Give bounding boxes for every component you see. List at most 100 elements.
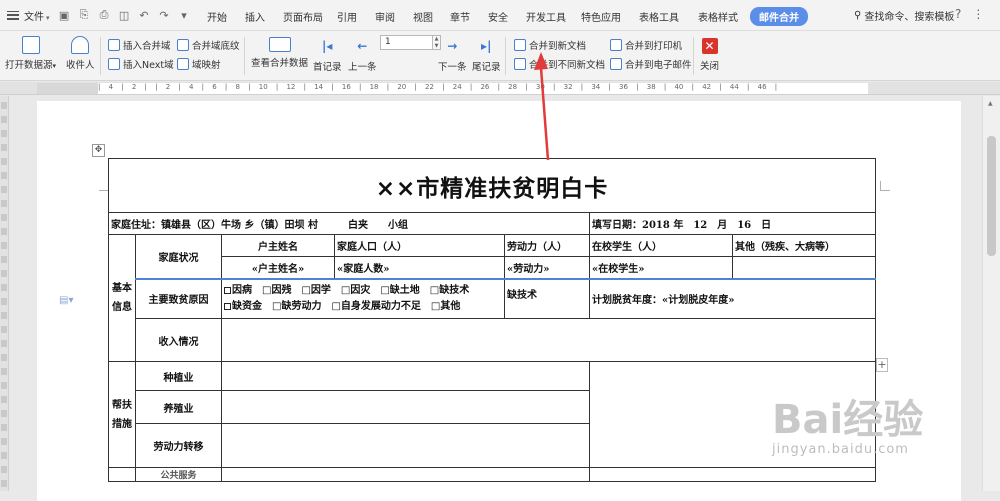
print-icon[interactable]: ⎙ xyxy=(98,8,111,22)
tab-table-style[interactable]: 表格样式 xyxy=(698,9,738,24)
table-cell[interactable] xyxy=(588,467,877,482)
next-record-button[interactable]: → 下一条 xyxy=(438,39,467,73)
horizontal-ruler[interactable]: | 4 | 2 | | 2 | 4 | 6 | 8 | 10 | 12 | 14… xyxy=(0,82,1000,95)
plan-year-cell[interactable]: 计划脱贫年度：«计划脱皮年度» xyxy=(588,277,877,319)
field-mapping-button[interactable]: 域映射 xyxy=(177,57,221,71)
vertical-scrollbar[interactable]: ▲ xyxy=(982,96,1000,491)
tab-special-apps[interactable]: 特色应用 xyxy=(581,9,621,24)
table-cell[interactable] xyxy=(108,467,136,482)
field-mapping-label: 域映射 xyxy=(192,60,221,71)
cause-line2-text: 缺资金 □缺劳动力 □自身发展动力不足 □其他 xyxy=(232,300,461,312)
tab-home[interactable]: 开始 xyxy=(207,9,227,24)
labor-header[interactable]: 劳动力（人） xyxy=(504,234,590,257)
students-field[interactable]: «在校学生» xyxy=(589,256,733,279)
planting-value[interactable] xyxy=(221,361,590,391)
merge-to-printer-button[interactable]: 合并到打印机 xyxy=(610,38,682,52)
more-icon[interactable]: ⋮ xyxy=(972,7,984,21)
prev-arrow-icon: ← xyxy=(357,39,368,53)
checkbox[interactable] xyxy=(224,302,231,310)
checkbox[interactable] xyxy=(224,286,231,294)
head-name-header[interactable]: 户主姓名 xyxy=(221,234,335,257)
cause-value-cell[interactable]: 缺技术 xyxy=(504,277,590,319)
merge-to-diff-new-docs-button[interactable]: 合并到不同新文档 xyxy=(514,57,605,71)
last-record-button[interactable]: ▸| 尾记录 xyxy=(472,39,501,73)
labor-field[interactable]: «劳动力» xyxy=(504,256,590,279)
insert-next-field-button[interactable]: 插入Next域 xyxy=(108,57,174,71)
quick-access-toolbar: ▣ ⎘ ⎙ ◫ ↶ ↷ ▾ xyxy=(58,8,191,22)
labor-transfer-value[interactable] xyxy=(221,423,590,468)
merge-field-icon xyxy=(108,39,120,51)
first-record-icon: |◂ xyxy=(322,39,333,53)
cause-options-line1: 因病 □因残 □因学 □因灾 □缺土地 □缺技术 xyxy=(224,283,502,299)
close-button[interactable]: ✕ 关闭 xyxy=(700,38,719,72)
others-field[interactable] xyxy=(731,256,877,279)
search-icon: ⚲ xyxy=(854,10,862,21)
add-column-button[interactable]: + xyxy=(876,358,888,372)
fill-date-cell[interactable]: 填写日期：2018 年 12 月 16 日 xyxy=(588,212,877,235)
ribbon-divider xyxy=(505,37,506,75)
poverty-cause-options[interactable]: 因病 □因残 □因学 □因灾 □缺土地 □缺技术 缺资金 □缺劳动力 □自身发展… xyxy=(221,277,505,319)
tab-security[interactable]: 安全 xyxy=(488,9,508,24)
tab-table-tools[interactable]: 表格工具 xyxy=(639,9,679,24)
tab-mail-merge[interactable]: 邮件合并 xyxy=(750,7,808,26)
card-title[interactable]: ××市精准扶贫明白卡 xyxy=(107,158,877,213)
income-value[interactable] xyxy=(220,318,877,362)
section-help-measures[interactable]: 帮扶措施 xyxy=(108,361,136,468)
margin-corner-mark xyxy=(880,181,890,191)
family-size-header[interactable]: 家庭人口（人） xyxy=(334,234,505,257)
first-record-button[interactable]: |◂ 首记录 xyxy=(313,39,342,73)
section-basic-info[interactable]: 基本信息 xyxy=(108,234,136,362)
students-header[interactable]: 在校学生（人） xyxy=(589,234,733,257)
file-menu[interactable]: 文件 ▾ xyxy=(24,8,50,23)
help-icon[interactable]: ? xyxy=(955,7,961,21)
tab-chapter[interactable]: 章节 xyxy=(450,9,470,24)
undo-icon[interactable]: ↶ xyxy=(138,9,151,22)
prev-record-button[interactable]: ← 上一条 xyxy=(348,39,377,73)
table-move-handle-icon[interactable]: ✥ xyxy=(92,144,105,157)
customize-toolbar-icon[interactable]: ▾ xyxy=(178,9,191,22)
merge-to-new-doc-button[interactable]: 合并到新文档 xyxy=(514,38,586,52)
tab-view[interactable]: 视图 xyxy=(413,9,433,24)
scrollbar-thumb[interactable] xyxy=(987,136,996,256)
vertical-ruler[interactable] xyxy=(0,96,9,491)
head-name-field[interactable]: «户主姓名» xyxy=(221,256,335,279)
family-status-label[interactable]: 家庭状况 xyxy=(135,234,222,279)
record-number-input[interactable]: 1 xyxy=(380,35,433,50)
redo-icon[interactable]: ↷ xyxy=(158,9,171,22)
datasource-icon xyxy=(21,36,40,54)
planting-label[interactable]: 种植业 xyxy=(135,361,222,391)
next-row-label[interactable]: 公共服务 xyxy=(135,467,222,482)
paragraph-doc-icon[interactable]: ▤▾ xyxy=(59,295,73,306)
recipients-button[interactable]: 收件人 xyxy=(66,36,95,71)
recipients-label: 收件人 xyxy=(66,60,95,71)
open-datasource-button[interactable]: 打开数据源▾ xyxy=(5,36,56,71)
next-arrow-icon: → xyxy=(447,39,458,53)
tab-references[interactable]: 引用 xyxy=(337,9,357,24)
tab-insert[interactable]: 插入 xyxy=(245,9,265,24)
poverty-cause-label[interactable]: 主要致贫原因 xyxy=(135,277,222,319)
others-header[interactable]: 其他（残疾、大病等） xyxy=(731,234,877,257)
last-record-label: 尾记录 xyxy=(472,62,501,73)
merge-to-email-button[interactable]: 合并到电子邮件 xyxy=(610,57,692,71)
export-pdf-icon[interactable]: ⎘ xyxy=(78,8,91,22)
address-cell[interactable]: 家庭住址：镇雄县（区）牛场 乡（镇）田坝 村 白夹 小组 xyxy=(108,212,590,235)
family-size-field[interactable]: «家庭人数» xyxy=(334,256,505,279)
income-label[interactable]: 收入情况 xyxy=(135,318,222,362)
breeding-value[interactable] xyxy=(221,390,590,424)
print-preview-icon[interactable]: ◫ xyxy=(118,9,131,22)
tab-page-layout[interactable]: 页面布局 xyxy=(283,9,323,24)
merge-field-shading-button[interactable]: 合并域底纹 xyxy=(177,38,240,52)
save-icon[interactable]: ▣ xyxy=(58,9,71,22)
shading-icon xyxy=(177,39,189,51)
tab-review[interactable]: 审阅 xyxy=(375,9,395,24)
view-merged-data-button[interactable]: 查看合并数据 xyxy=(251,37,308,69)
command-search[interactable]: ⚲ 查找命令、搜索模板 xyxy=(854,8,954,23)
breeding-label[interactable]: 养殖业 xyxy=(135,390,222,424)
insert-merge-field-button[interactable]: 插入合并域 xyxy=(108,38,171,52)
scroll-up-icon[interactable]: ▲ xyxy=(988,100,993,107)
table-cell[interactable] xyxy=(221,467,590,482)
labor-transfer-label[interactable]: 劳动力转移 xyxy=(135,423,222,468)
hamburger-icon[interactable] xyxy=(7,10,19,20)
tab-developer[interactable]: 开发工具 xyxy=(526,9,566,24)
next-record-label: 下一条 xyxy=(438,62,467,73)
